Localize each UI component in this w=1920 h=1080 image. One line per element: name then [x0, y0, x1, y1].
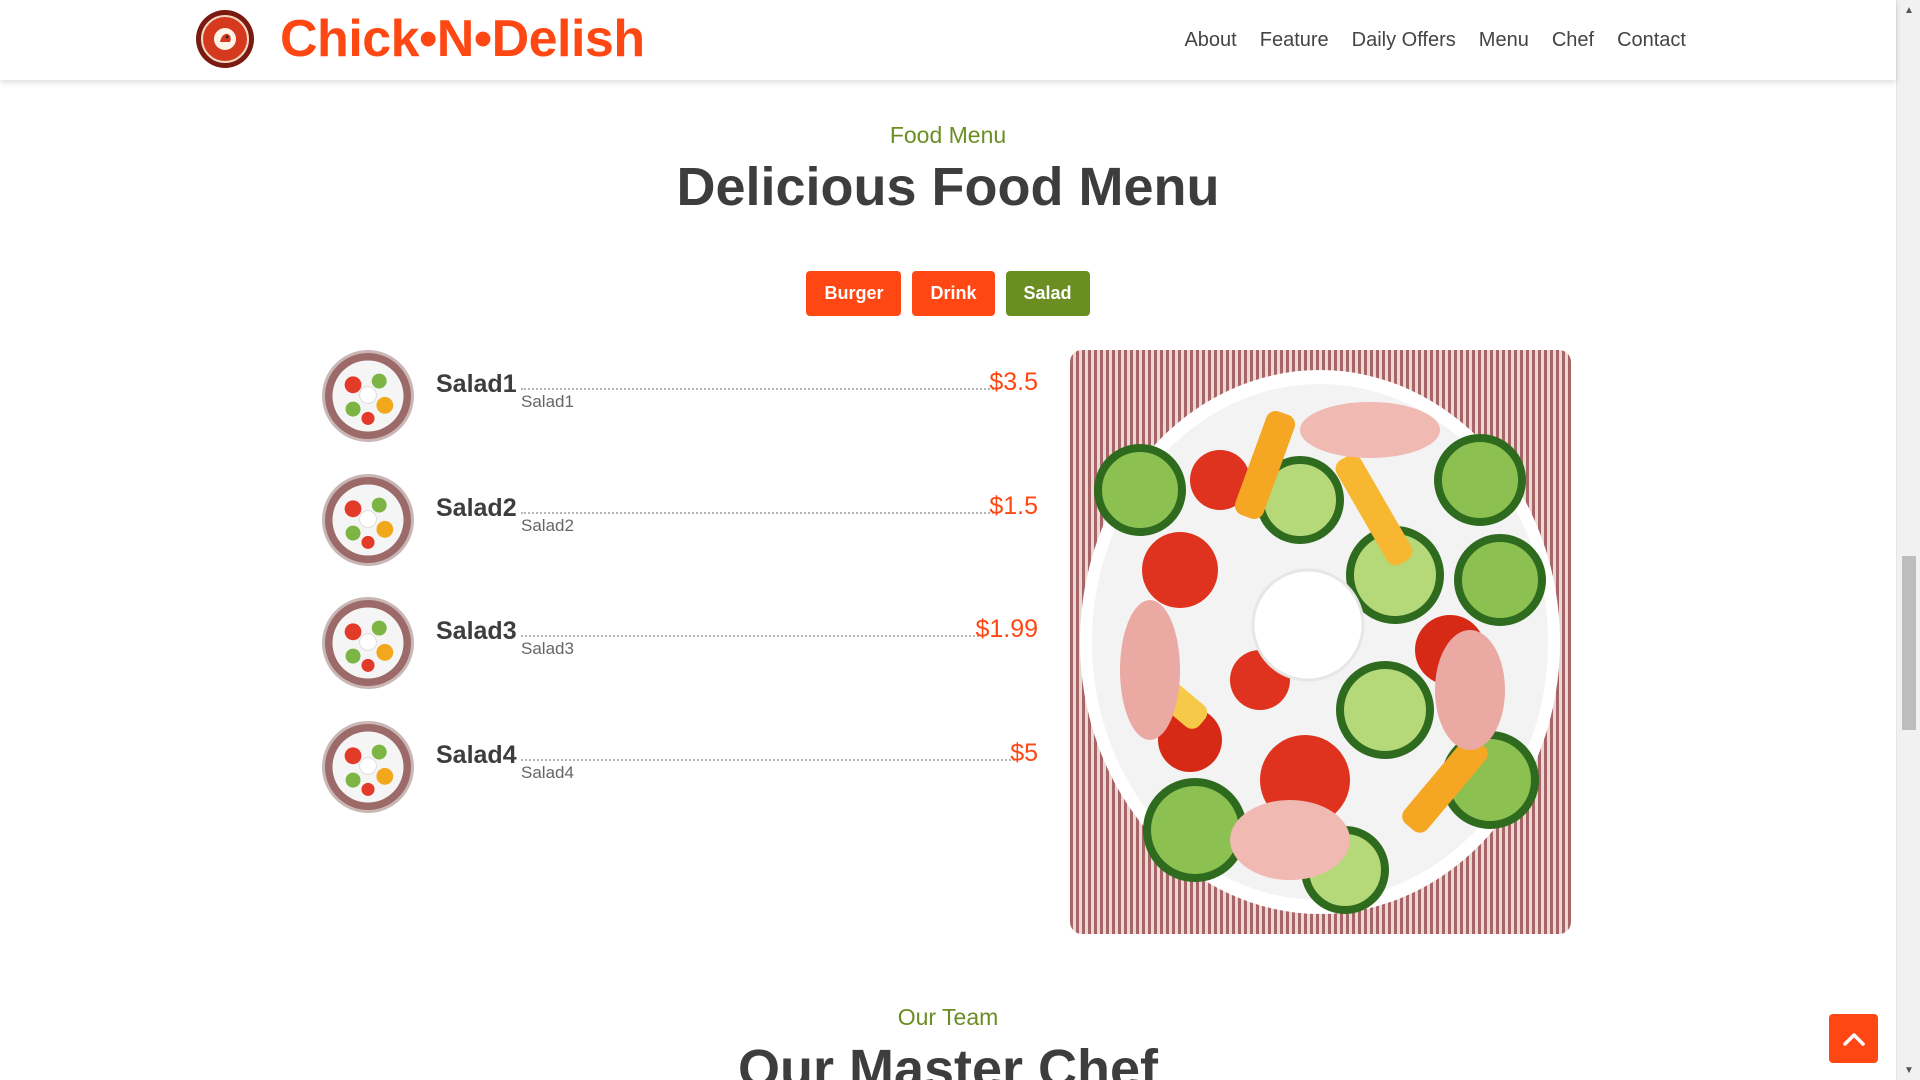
menu-item-name: Salad4	[436, 741, 517, 769]
menu-item-description: Salad1	[521, 392, 574, 411]
menu-item-price: $5	[1010, 739, 1038, 767]
price-leader-dots	[521, 759, 1015, 761]
tab-drink[interactable]: Drink	[912, 271, 995, 316]
menu-item[interactable]: Salad4 Salad4 $5	[322, 721, 1038, 813]
menu-item-description: Salad2	[521, 516, 574, 535]
back-to-top-button[interactable]	[1829, 1014, 1878, 1063]
team-section-title: Our Master Chef	[737, 1039, 1159, 1080]
salad-thumbnail	[322, 597, 414, 689]
menu-item[interactable]: Salad2 Salad2 $1.5	[322, 474, 1038, 566]
price-leader-dots	[521, 635, 983, 637]
menu-section-title: Delicious Food Menu	[676, 157, 1220, 217]
menu-category-tabs: Burger Drink Salad	[0, 271, 1896, 316]
salad-thumbnail	[322, 721, 414, 813]
nav-about[interactable]: About	[1184, 29, 1236, 52]
price-leader-dots	[521, 512, 998, 514]
scroll-thumb[interactable]	[1902, 556, 1916, 730]
scroll-down-arrow-icon[interactable]: ▼	[1897, 1060, 1920, 1080]
menu-item-name: Salad3	[436, 617, 517, 645]
team-section-subtitle: Our Team	[897, 1004, 999, 1030]
nav-menu[interactable]: Menu	[1479, 29, 1529, 52]
featured-salad-image	[1070, 350, 1571, 934]
chevron-up-icon	[1842, 1032, 1865, 1046]
menu-item[interactable]: Salad3 Salad3 $1.99	[322, 597, 1038, 689]
menu-item-price: $1.99	[975, 615, 1038, 643]
price-leader-dots	[521, 388, 998, 390]
nav-chef[interactable]: Chef	[1552, 29, 1594, 52]
chicken-logo-icon[interactable]	[196, 10, 254, 68]
brand-name[interactable]: Chick•N•Delish	[280, 4, 645, 74]
nav-feature[interactable]: Feature	[1260, 29, 1329, 52]
menu-item[interactable]: Salad1 Salad1 $3.5	[322, 350, 1038, 442]
tab-burger[interactable]: Burger	[806, 271, 902, 316]
menu-item-name: Salad1	[436, 370, 517, 398]
nav-daily-offers[interactable]: Daily Offers	[1352, 29, 1456, 52]
navbar: Chick•N•Delish About Feature Daily Offer…	[0, 0, 1896, 80]
salad-thumbnail	[322, 350, 414, 442]
tab-salad[interactable]: Salad	[1005, 271, 1090, 316]
menu-item-name: Salad2	[436, 494, 517, 522]
nav-contact[interactable]: Contact	[1617, 29, 1686, 52]
page-scrollbar[interactable]: ▲ ▼	[1896, 0, 1920, 1080]
salad-thumbnail	[322, 474, 414, 566]
menu-item-description: Salad3	[521, 639, 574, 658]
menu-item-description: Salad4	[521, 763, 574, 782]
menu-section-subtitle: Food Menu	[889, 122, 1007, 148]
menu-item-price: $1.5	[989, 492, 1038, 520]
main-nav: About Feature Daily Offers Menu Chef Con…	[1184, 0, 1686, 80]
scroll-up-arrow-icon[interactable]: ▲	[1897, 0, 1920, 20]
menu-item-price: $3.5	[989, 368, 1038, 396]
